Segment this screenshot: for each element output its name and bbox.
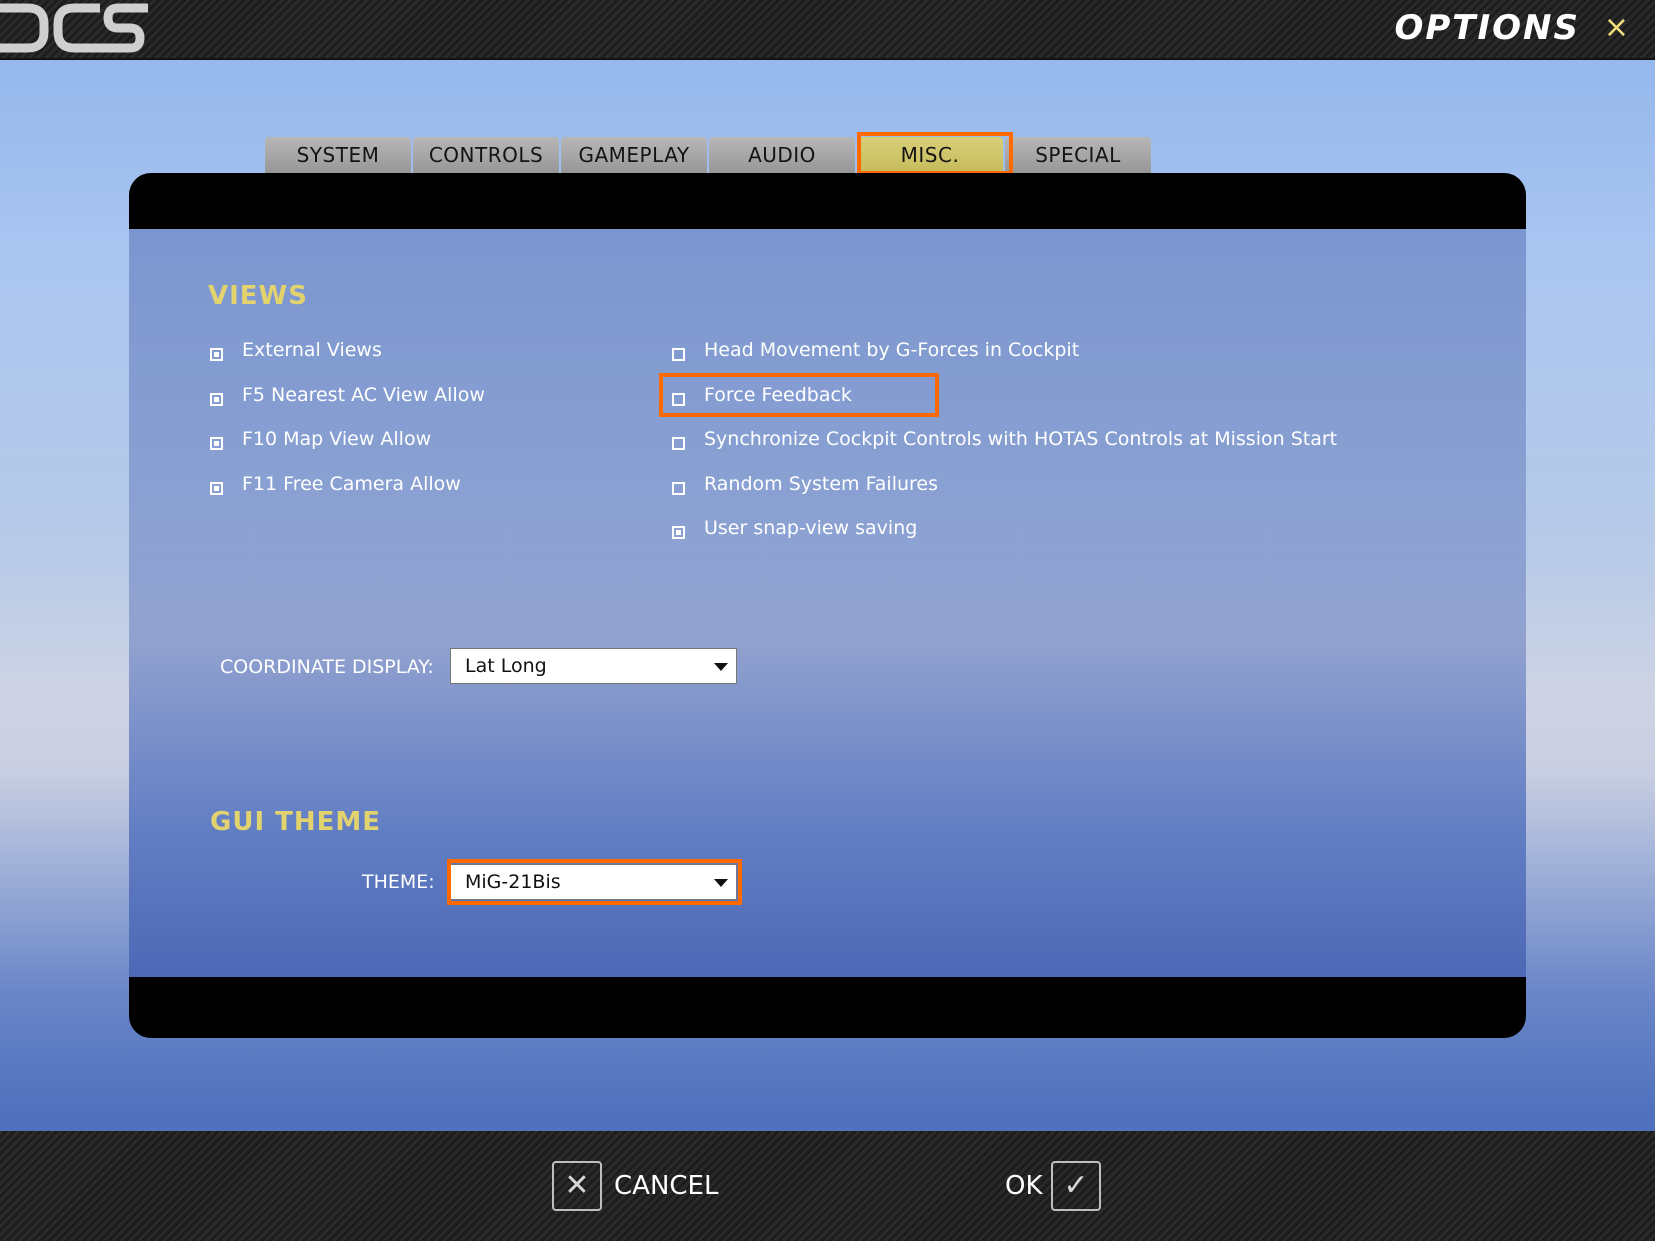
- random-failures-checkbox[interactable]: [672, 482, 685, 495]
- coordinate-display-value: Lat Long: [465, 655, 547, 677]
- title-bar: OPTIONS ×: [0, 0, 1655, 60]
- head-movement-checkbox[interactable]: [672, 348, 685, 361]
- cancel-button[interactable]: CANCEL: [614, 1171, 718, 1201]
- options-panel: VIEWS External Views F5 Nearest AC View …: [129, 173, 1526, 1038]
- f5-nearest-ac-label: F5 Nearest AC View Allow: [242, 384, 485, 406]
- theme-value: MiG-21Bis: [465, 871, 561, 893]
- views-section-title: VIEWS: [208, 281, 308, 311]
- tab-audio[interactable]: AUDIO: [709, 137, 855, 173]
- dcs-logo: [0, 3, 148, 53]
- random-failures-label: Random System Failures: [704, 473, 939, 495]
- footer-bar: ✕ CANCEL OK ✓: [0, 1131, 1655, 1241]
- snap-view-saving-checkbox[interactable]: [672, 526, 685, 539]
- close-icon[interactable]: ×: [1604, 10, 1629, 45]
- f10-map-view-checkbox[interactable]: [210, 437, 223, 450]
- sync-cockpit-checkbox[interactable]: [672, 437, 685, 450]
- f5-nearest-ac-checkbox[interactable]: [210, 393, 223, 406]
- snap-view-saving-label: User snap-view saving: [704, 517, 918, 539]
- options-content: VIEWS External Views F5 Nearest AC View …: [129, 229, 1526, 977]
- coordinate-display-label: COORDINATE DISPLAY:: [220, 656, 434, 678]
- chevron-down-icon: [714, 879, 728, 887]
- chevron-down-icon: [714, 663, 728, 671]
- external-views-label: External Views: [242, 339, 382, 361]
- tab-misc[interactable]: MISC.: [857, 137, 1003, 173]
- force-feedback-label: Force Feedback: [704, 384, 852, 406]
- ok-button[interactable]: OK: [1005, 1171, 1043, 1201]
- coordinate-display-select[interactable]: Lat Long: [450, 648, 737, 684]
- cancel-icon[interactable]: ✕: [552, 1161, 602, 1211]
- f11-free-camera-label: F11 Free Camera Allow: [242, 473, 461, 495]
- window-title: OPTIONS: [1394, 8, 1580, 48]
- tab-special[interactable]: SPECIAL: [1005, 137, 1151, 173]
- head-movement-label: Head Movement by G-Forces in Cockpit: [704, 339, 1080, 361]
- theme-select[interactable]: MiG-21Bis: [450, 864, 737, 900]
- sync-cockpit-label: Synchronize Cockpit Controls with HOTAS …: [704, 428, 1338, 450]
- external-views-checkbox[interactable]: [210, 348, 223, 361]
- gui-theme-section-title: GUI THEME: [210, 807, 382, 837]
- force-feedback-checkbox[interactable]: [672, 393, 685, 406]
- f10-map-view-label: F10 Map View Allow: [242, 428, 432, 450]
- tab-system[interactable]: SYSTEM: [265, 137, 411, 173]
- tab-controls[interactable]: CONTROLS: [413, 137, 559, 173]
- theme-label: THEME:: [362, 871, 435, 893]
- f11-free-camera-checkbox[interactable]: [210, 482, 223, 495]
- ok-icon[interactable]: ✓: [1051, 1161, 1101, 1211]
- tab-gameplay[interactable]: GAMEPLAY: [561, 137, 707, 173]
